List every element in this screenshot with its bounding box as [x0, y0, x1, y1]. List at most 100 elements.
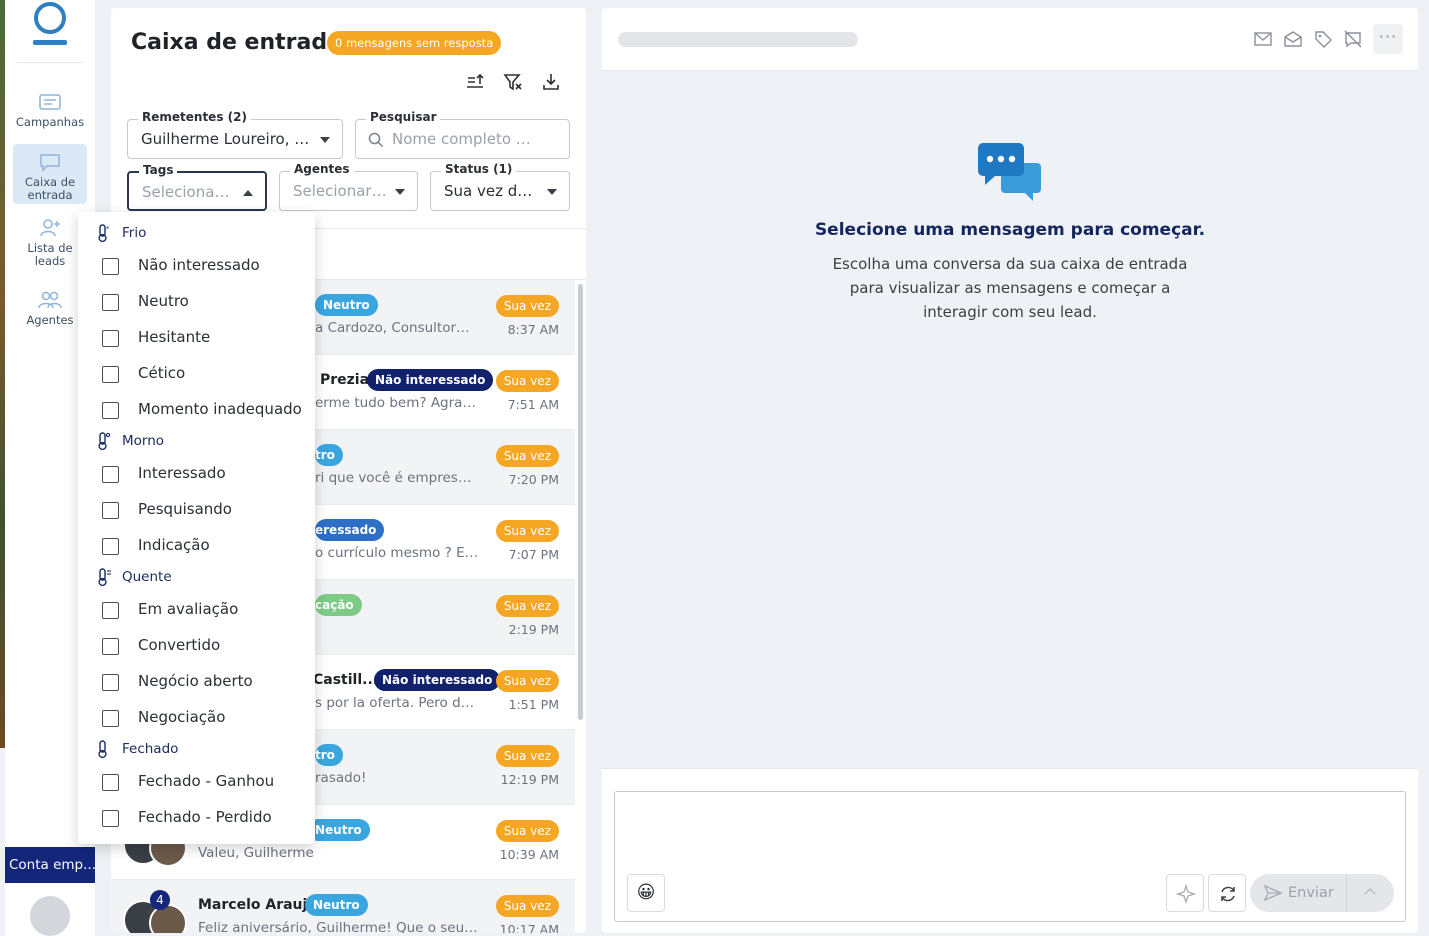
chevron-down-icon [547, 189, 557, 195]
message-preview: rasado! [315, 770, 367, 786]
chat-off-icon[interactable] [1343, 30, 1363, 48]
campaign-icon [39, 94, 61, 110]
checkbox[interactable] [102, 638, 119, 655]
checkbox[interactable] [102, 402, 119, 419]
status-badge: Sua vez [495, 595, 559, 617]
option-convertido[interactable]: Convertido [102, 632, 307, 660]
message-panel: ··· Selecione uma mensagem para começar.… [602, 8, 1418, 933]
clear-filter-icon[interactable] [503, 72, 523, 92]
ai-assist-button[interactable] [1166, 874, 1204, 912]
sidebar-item-lista-de-leads[interactable]: Lista de leads [13, 218, 87, 268]
thermometer-hot-icon [98, 568, 111, 587]
conversation-row[interactable]: 4 Marcelo Araujo Neutro Feliz aniversári… [111, 880, 575, 933]
search-input[interactable]: Nome completo do per [392, 130, 539, 148]
option-fechado-ganhou[interactable]: Fechado - Ganhou [102, 768, 307, 796]
contact-name: Marcelo Araujo [198, 897, 317, 913]
tag-badge: tro [315, 744, 343, 766]
thermometer-warm-icon [98, 432, 111, 451]
thermometer-cold-icon: * [98, 224, 110, 243]
option-fechado-perdido[interactable]: Fechado - Perdido [102, 804, 307, 832]
option-hesitante[interactable]: Hesitante [102, 324, 307, 352]
status-select[interactable]: Status (1) Sua vez de ... [430, 162, 570, 211]
checkbox[interactable] [102, 330, 119, 347]
send-label: Enviar [1288, 885, 1334, 901]
tags-select[interactable]: Tags Selecionar ... [127, 163, 267, 211]
checkbox[interactable] [102, 294, 119, 311]
checkbox[interactable] [102, 258, 119, 275]
option-label: Momento inadequado [138, 400, 302, 418]
option-momento-inadequado[interactable]: Momento inadequado [102, 396, 307, 424]
tag-badge: eressado [315, 519, 385, 541]
more-options-button[interactable]: ··· [1373, 24, 1403, 54]
group-name: Fechado [122, 741, 179, 757]
svg-text:*: * [106, 225, 110, 233]
tag-badge: Neutro [315, 294, 378, 316]
add-lead-icon [40, 219, 60, 237]
sidebar-item-campanhas[interactable]: Campanhas [13, 92, 87, 132]
contact-name: Castill... [313, 672, 379, 688]
checkbox[interactable] [102, 602, 119, 619]
option-label: Pesquisando [138, 500, 232, 518]
checkbox[interactable] [102, 538, 119, 555]
sidebar-item-caixa-de-entrada[interactable]: Caixa de entrada [13, 144, 87, 204]
refresh-icon [1221, 886, 1235, 902]
search-field[interactable]: Pesquisar Nome completo do per [355, 110, 570, 159]
thermometer-icon [98, 740, 107, 759]
option-negociacao[interactable]: Negociação [102, 704, 307, 732]
message-preview: Feliz aniversário, Guilherme! Que o seu … [198, 920, 478, 933]
composer-area: 😀 Enviar [602, 768, 1418, 933]
option-em-avaliacao[interactable]: Em avaliação [102, 596, 307, 624]
option-negocio-aberto[interactable]: Negócio aberto [102, 668, 307, 696]
message-input[interactable]: 😀 Enviar [614, 791, 1406, 922]
agentes-placeholder: Selecionar ... [293, 182, 387, 200]
remetentes-label: Remetentes (2) [138, 110, 251, 124]
download-icon[interactable] [541, 72, 561, 92]
option-indicacao[interactable]: Indicação [102, 532, 307, 560]
timestamp: 8:37 AM [507, 322, 559, 337]
mail-icon[interactable] [1253, 30, 1273, 48]
timestamp: 2:19 PM [508, 622, 559, 637]
app-logo[interactable] [33, 2, 67, 48]
user-avatar[interactable] [30, 896, 70, 936]
remetentes-select[interactable]: Remetentes (2) Guilherme Loureiro, A... [127, 110, 343, 159]
sort-icon[interactable] [465, 72, 485, 92]
tag-badge: Não interessado [374, 669, 501, 691]
remetentes-value: Guilherme Loureiro, A... [141, 130, 312, 148]
agentes-select[interactable]: Agentes Selecionar ... [279, 162, 418, 211]
option-interessado[interactable]: Interessado [102, 460, 307, 488]
page-title: Caixa de entrada [131, 30, 342, 55]
send-button[interactable]: Enviar [1250, 874, 1346, 912]
timestamp: 12:19 PM [500, 772, 559, 787]
tags-dropdown: * Frio Não interessado Neutro Hesitante … [78, 212, 315, 844]
timestamp: 7:20 PM [508, 472, 559, 487]
option-neutro[interactable]: Neutro [102, 288, 307, 316]
checkbox[interactable] [102, 710, 119, 727]
option-pesquisando[interactable]: Pesquisando [102, 496, 307, 524]
checkbox[interactable] [102, 366, 119, 383]
tag-icon[interactable] [1313, 30, 1333, 48]
sidebar-item-agentes[interactable]: Agentes [13, 290, 87, 327]
checkbox[interactable] [102, 466, 119, 483]
unread-count-badge: 4 [150, 890, 170, 910]
agentes-label: Agentes [290, 162, 354, 176]
status-badge: Sua vez [495, 520, 559, 542]
send-options-button[interactable] [1346, 874, 1394, 912]
sidebar-item-label: Campanhas [15, 115, 85, 129]
message-preview: Valeu, Guilherme [198, 845, 314, 861]
checkbox[interactable] [102, 674, 119, 691]
emoji-button[interactable]: 😀 [627, 874, 665, 912]
checkbox[interactable] [102, 502, 119, 519]
checkbox[interactable] [102, 810, 119, 827]
account-switcher[interactable]: Conta emp... [5, 847, 95, 883]
option-nao-interessado[interactable]: Não interessado [102, 252, 307, 280]
chevron-up-icon [1364, 888, 1376, 900]
message-preview: ri que você é empresário ... [315, 470, 479, 486]
timestamp: 7:07 PM [508, 547, 559, 562]
group-name: Quente [122, 569, 172, 585]
mail-open-icon[interactable] [1283, 30, 1303, 48]
checkbox[interactable] [102, 774, 119, 791]
option-label: Hesitante [138, 328, 211, 346]
refresh-button[interactable] [1208, 874, 1246, 912]
option-cetico[interactable]: Cético [102, 360, 307, 388]
list-scrollbar[interactable] [578, 284, 583, 720]
